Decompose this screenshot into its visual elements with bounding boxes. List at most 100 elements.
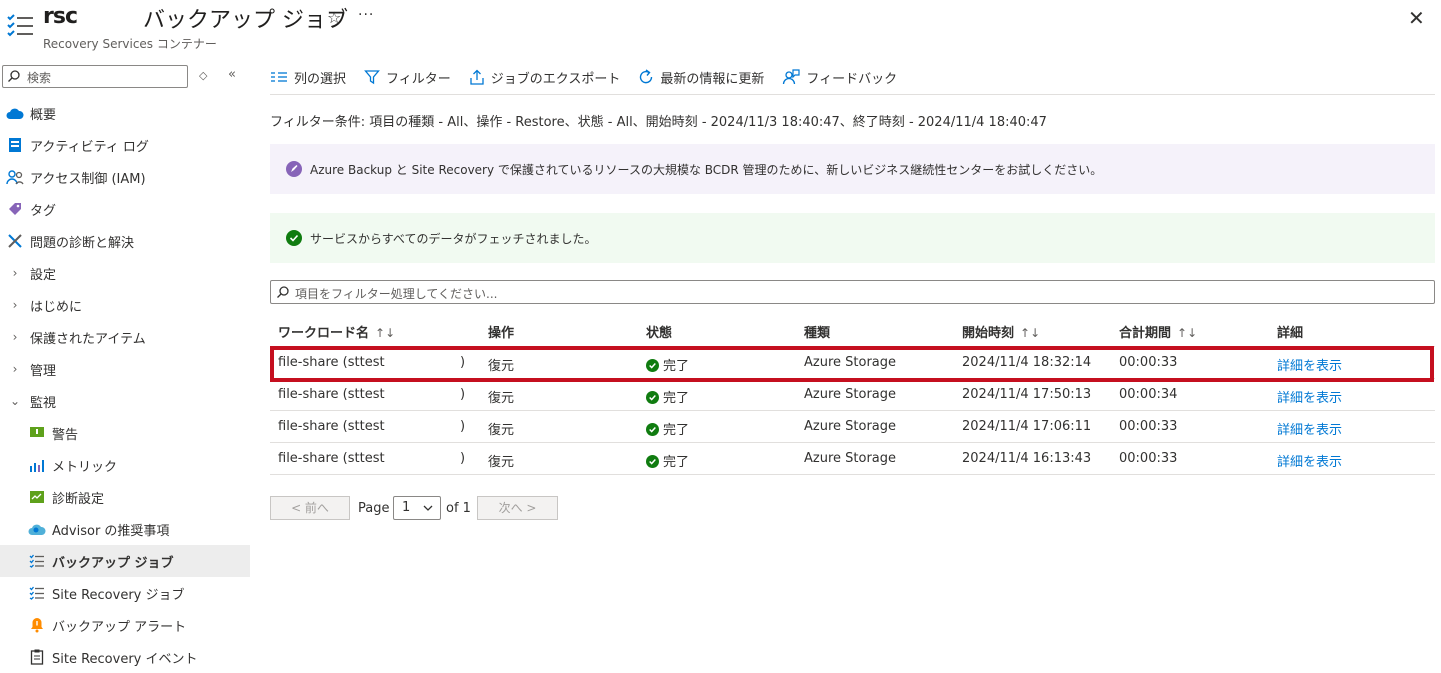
- col-operation-header: 操作: [488, 326, 515, 341]
- cell-status: 完了: [646, 451, 689, 470]
- col-start-header[interactable]: 開始時刻 ↑↓: [962, 322, 1040, 341]
- table-row[interactable]: file-share (sttest ) 復元 完了 Azure Storage…: [270, 443, 1435, 475]
- feedback-label: フィードバック: [806, 71, 898, 87]
- success-check-icon: [286, 230, 302, 246]
- sidebar-item-label: Advisor の推奨事項: [52, 523, 170, 539]
- success-check-icon: [646, 359, 659, 372]
- export-jobs-button[interactable]: ジョブのエクスポート: [469, 68, 621, 87]
- favorite-star-icon[interactable]: ☆: [327, 8, 341, 27]
- sidebar-item-getting-started[interactable]: › はじめに: [0, 289, 250, 321]
- table-row[interactable]: file-share (sttest ) 復元 完了 Azure Storage…: [270, 379, 1435, 411]
- sidebar-item-site-recovery-events[interactable]: Site Recovery イベント: [0, 641, 250, 673]
- grid-filter-input[interactable]: 項目をフィルター処理してください...: [270, 280, 1435, 304]
- view-details-link[interactable]: 詳細を表示: [1277, 355, 1342, 374]
- sidebar-item-manage[interactable]: › 管理: [0, 353, 250, 385]
- filter-label: フィルター: [386, 71, 451, 87]
- view-details-link[interactable]: 詳細を表示: [1277, 419, 1342, 438]
- sort-icon: ↑↓: [375, 326, 396, 340]
- next-page-button[interactable]: 次へ >: [477, 496, 558, 520]
- sidebar-item-tags[interactable]: タグ: [0, 193, 250, 225]
- cell-duration: 00:00:33: [1119, 419, 1178, 434]
- search-icon: [8, 70, 20, 82]
- command-bar: 列の選択 フィルター ジョブのエクスポート 最新の情報に更新 フィードバック: [270, 62, 915, 92]
- view-details-link[interactable]: 詳細を表示: [1277, 451, 1342, 470]
- cell-workload-end: ): [460, 419, 466, 434]
- sidebar-item-label: アクセス制御 (IAM): [30, 171, 146, 187]
- col-type-header: 種類: [804, 326, 831, 341]
- table-row[interactable]: file-share (sttest ) 復元 完了 Azure Storage…: [270, 411, 1435, 443]
- sidebar-item-backup-jobs[interactable]: バックアップ ジョブ: [0, 545, 250, 577]
- sidebar-search-input[interactable]: 検索: [2, 65, 188, 88]
- sidebar-item-label: 概要: [30, 107, 57, 123]
- sidebar-item-diagnose[interactable]: 問題の診断と解決: [0, 225, 250, 257]
- table-row[interactable]: file-share (sttest ) 復元 完了 Azure Storage…: [270, 347, 1435, 379]
- feedback-button[interactable]: フィードバック: [782, 68, 897, 87]
- chevron-right-icon: ›: [12, 330, 18, 344]
- cell-start-time: 2024/11/4 17:06:11: [962, 419, 1092, 434]
- table-header: ワークロード名 ↑↓ 操作 状態 種類 開始時刻 ↑↓ 合計期間 ↑↓ 詳細: [270, 313, 1435, 347]
- sidebar-item-label: 監視: [30, 395, 57, 411]
- sidebar-item-overview[interactable]: 概要: [0, 97, 250, 129]
- collapse-sidebar-icon[interactable]: «: [228, 67, 236, 82]
- chevron-down-icon: [423, 505, 433, 511]
- sidebar-item-metrics[interactable]: メトリック: [0, 449, 250, 481]
- chevron-right-icon: ›: [12, 266, 18, 280]
- sidebar-item-label: 管理: [30, 363, 57, 379]
- success-check-icon: [646, 391, 659, 404]
- sidebar-item-advisor[interactable]: Advisor の推奨事項: [0, 513, 250, 545]
- sidebar-item-backup-alerts[interactable]: バックアップ アラート: [0, 609, 250, 641]
- tag-icon: [6, 200, 24, 218]
- cell-workload: file-share (sttest: [278, 419, 385, 434]
- sidebar-item-site-recovery-jobs[interactable]: Site Recovery ジョブ: [0, 577, 250, 609]
- sidebar-item-protected-items[interactable]: › 保護されたアイテム: [0, 321, 250, 353]
- people-icon: [6, 168, 24, 186]
- sidebar-item-monitoring[interactable]: ⌄ 監視: [0, 385, 250, 417]
- sort-icon[interactable]: ◇: [199, 69, 207, 82]
- more-options-icon[interactable]: ···: [358, 7, 374, 23]
- chevron-down-icon: ⌄: [9, 394, 21, 408]
- feedback-icon: [782, 69, 801, 85]
- cell-status: 完了: [646, 419, 689, 438]
- sidebar-item-activity-log[interactable]: アクティビティ ログ: [0, 129, 250, 161]
- success-check-icon: [646, 455, 659, 468]
- page-label: Page: [358, 501, 390, 516]
- filter-summary: フィルター条件: 項目の種類 - All、操作 - Restore、状態 - A…: [270, 115, 1047, 130]
- sidebar-item-diagnostic-settings[interactable]: 診断設定: [0, 481, 250, 513]
- cell-operation: 復元: [488, 359, 515, 374]
- sidebar-item-label: 問題の診断と解決: [30, 235, 135, 251]
- jobs-list-icon: [7, 14, 33, 37]
- choose-columns-button[interactable]: 列の選択: [270, 68, 346, 87]
- filter-button[interactable]: フィルター: [364, 68, 451, 87]
- sidebar-item-label: 診断設定: [52, 491, 105, 507]
- page-title: バックアップ ジョブ: [143, 8, 348, 33]
- sidebar-item-alerts[interactable]: 警告: [0, 417, 250, 449]
- cell-workload: file-share (sttest: [278, 355, 385, 370]
- export-jobs-label: ジョブのエクスポート: [490, 71, 621, 87]
- sidebar-nav: 概要 アクティビティ ログ アクセス制御 (IAM) タグ 問題の診断と解決 ›…: [0, 97, 250, 673]
- cell-start-time: 2024/11/4 17:50:13: [962, 387, 1092, 402]
- sidebar-item-settings[interactable]: › 設定: [0, 257, 250, 289]
- page-select[interactable]: 1: [393, 496, 441, 520]
- wrench-icon: [6, 232, 24, 250]
- cell-duration: 00:00:34: [1119, 387, 1178, 402]
- close-icon[interactable]: ✕: [1408, 6, 1425, 30]
- columns-icon: [270, 71, 288, 83]
- view-details-link[interactable]: 詳細を表示: [1277, 387, 1342, 406]
- info-banner: Azure Backup と Site Recovery で保護されているリソー…: [270, 144, 1435, 194]
- cell-type: Azure Storage: [804, 355, 897, 370]
- advisor-icon: [28, 520, 46, 538]
- prev-page-button[interactable]: < 前へ: [270, 496, 350, 520]
- cell-status: 完了: [646, 355, 689, 374]
- col-workload-header[interactable]: ワークロード名 ↑↓: [278, 322, 395, 341]
- cell-workload: file-share (sttest: [278, 387, 385, 402]
- col-duration-header[interactable]: 合計期間 ↑↓: [1119, 322, 1197, 341]
- sort-icon: ↑↓: [1020, 326, 1041, 340]
- refresh-button[interactable]: 最新の情報に更新: [638, 68, 764, 87]
- sidebar-item-iam[interactable]: アクセス制御 (IAM): [0, 161, 250, 193]
- cell-workload-end: ): [460, 451, 466, 466]
- clipboard-icon: [28, 648, 46, 666]
- rocket-icon: [286, 161, 302, 177]
- cell-start-time: 2024/11/4 18:32:14: [962, 355, 1092, 370]
- jobs-icon: [28, 584, 46, 602]
- cell-type: Azure Storage: [804, 419, 897, 434]
